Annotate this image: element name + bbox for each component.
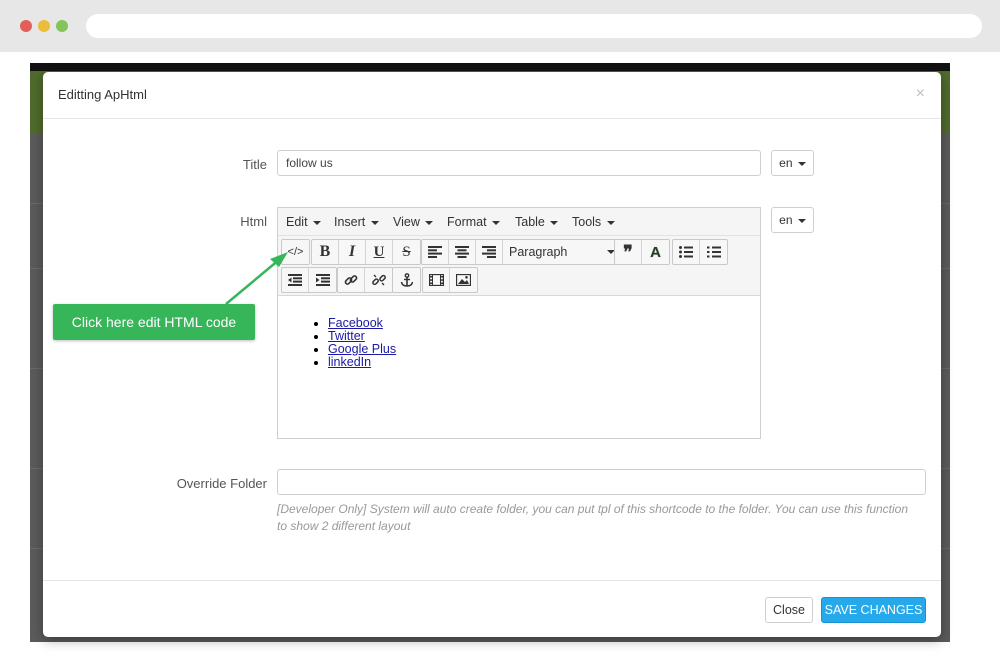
title-input[interactable]: follow us — [277, 150, 761, 176]
chevron-down-icon — [492, 220, 501, 225]
toolbar-group-lists — [672, 239, 728, 265]
google-plus-link[interactable]: Google Plus — [328, 342, 396, 356]
strikethrough-button[interactable]: S — [393, 240, 420, 264]
toolbar-group-align-format: Paragraph — [421, 239, 622, 265]
social-links-list: Facebook Twitter Google Plus linkedIn — [328, 317, 396, 369]
toolbar-group-anchor — [392, 267, 421, 293]
close-button[interactable]: Close — [765, 597, 813, 623]
toolbar-group-media — [422, 267, 478, 293]
close-icon[interactable]: × — [916, 85, 925, 103]
anchor-button[interactable] — [393, 268, 420, 292]
menu-format[interactable]: Format — [447, 215, 501, 229]
link-icon — [344, 275, 358, 285]
tutorial-callout: Click here edit HTML code — [53, 304, 255, 340]
title-label: Title — [242, 157, 267, 172]
anchor-icon — [400, 273, 413, 287]
toolbar-group-quote: ❞ A — [614, 239, 670, 265]
override-folder-hint: [Developer Only] System will auto create… — [277, 502, 909, 533]
modal-header: Editting ApHtml × — [43, 72, 941, 119]
backdrop-top-strip — [30, 63, 950, 71]
align-center-button[interactable] — [449, 240, 476, 264]
save-changes-button[interactable]: SAVE CHANGES — [821, 597, 926, 623]
block-format-select[interactable]: Paragraph — [503, 240, 621, 264]
align-left-button[interactable] — [422, 240, 449, 264]
html-language-label: en — [779, 213, 793, 227]
editor-content[interactable]: Facebook Twitter Google Plus linkedIn — [278, 297, 760, 438]
toolbar-group-links — [337, 267, 393, 293]
outdent-button[interactable] — [282, 268, 309, 292]
chevron-down-icon — [550, 220, 559, 225]
browser-bar — [0, 0, 1000, 52]
text-color-button[interactable]: A — [642, 240, 669, 264]
menu-insert[interactable]: Insert — [334, 215, 379, 229]
menu-view[interactable]: View — [393, 215, 434, 229]
align-right-icon — [482, 246, 496, 258]
chevron-down-icon — [797, 218, 806, 223]
override-folder-label: Override Folder — [176, 476, 267, 491]
toolbar-group-indent — [281, 267, 337, 293]
film-icon — [428, 274, 444, 286]
modal-footer-divider — [43, 580, 941, 581]
block-format-label: Paragraph — [509, 245, 568, 259]
insert-link-button[interactable] — [338, 268, 365, 292]
align-right-button[interactable] — [476, 240, 503, 264]
menu-edit[interactable]: Edit — [286, 215, 322, 229]
italic-button[interactable]: I — [339, 240, 366, 264]
title-language-select[interactable]: en — [771, 150, 814, 176]
toolbar-group-text-style: B I U S — [311, 239, 421, 265]
twitter-link[interactable]: Twitter — [328, 329, 365, 343]
indent-button[interactable] — [309, 268, 336, 292]
window-maximize-dot[interactable] — [56, 20, 68, 32]
outdent-icon — [288, 274, 302, 286]
window-close-dot[interactable] — [20, 20, 32, 32]
chevron-down-icon — [370, 220, 379, 225]
align-center-icon — [455, 246, 469, 258]
insert-video-button[interactable] — [423, 268, 450, 292]
chevron-down-icon — [606, 220, 615, 225]
editor-menubar: Edit Insert View Format Table Tools — [278, 208, 760, 236]
html-label: Html — [240, 214, 267, 229]
bullet-list-button[interactable] — [673, 240, 700, 264]
image-icon — [456, 274, 471, 286]
chevron-down-icon — [425, 220, 434, 225]
modal-title: Editting ApHtml — [58, 87, 147, 102]
linkedin-link[interactable]: linkedIn — [328, 355, 371, 369]
menu-table[interactable]: Table — [515, 215, 559, 229]
menu-tools[interactable]: Tools — [572, 215, 615, 229]
align-left-icon — [428, 246, 442, 258]
bullet-list-icon — [679, 246, 693, 258]
source-code-button[interactable]: </> — [282, 240, 309, 264]
insert-image-button[interactable] — [450, 268, 477, 292]
chevron-down-icon — [313, 220, 322, 225]
window-minimize-dot[interactable] — [38, 20, 50, 32]
title-language-label: en — [779, 156, 793, 170]
numbered-list-button[interactable] — [700, 240, 727, 264]
facebook-link[interactable]: Facebook — [328, 316, 383, 330]
bold-button[interactable]: B — [312, 240, 339, 264]
underline-button[interactable]: U — [366, 240, 393, 264]
list-item: linkedIn — [328, 356, 396, 369]
toolbar-group-code: </> — [281, 239, 310, 265]
html-language-select[interactable]: en — [771, 207, 814, 233]
override-folder-input[interactable] — [277, 469, 926, 495]
html-editor: Edit Insert View Format Table Tools </> … — [277, 207, 761, 439]
indent-icon — [315, 274, 330, 286]
edit-modal: Editting ApHtml × Title follow us en Htm… — [43, 72, 941, 637]
blockquote-button[interactable]: ❞ — [615, 240, 642, 264]
unlink-icon — [371, 274, 386, 286]
editor-toolbar: </> B I U S Paragraph ❞ A — [278, 236, 760, 296]
chevron-down-icon — [797, 161, 806, 166]
remove-link-button[interactable] — [365, 268, 392, 292]
address-bar[interactable] — [86, 14, 982, 38]
numbered-list-icon — [706, 246, 721, 258]
